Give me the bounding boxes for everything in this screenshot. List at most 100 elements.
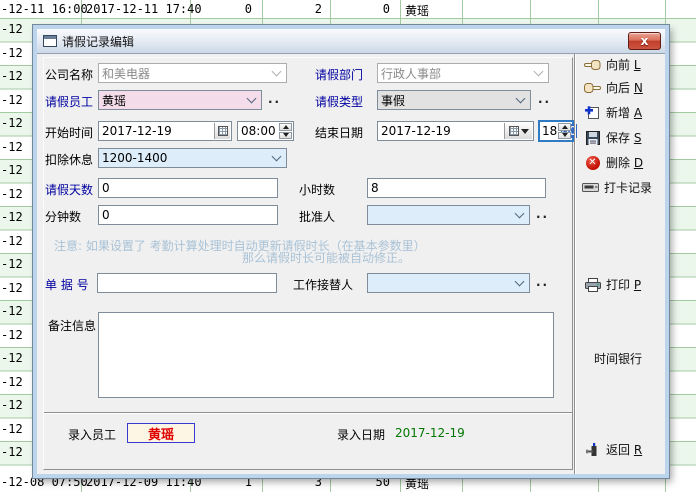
entry-date-label: 录入日期: [337, 426, 385, 443]
deduct-rest-value: 1200-1400: [102, 151, 167, 165]
leave-days-label: 请假天数: [45, 181, 93, 198]
employee-value: 黄瑶: [102, 92, 126, 109]
bg-clipped-cell-text: -12: [1, 22, 23, 37]
return-exit-icon: [584, 442, 601, 457]
spin-up-icon[interactable]: [279, 123, 292, 131]
bg-clipped-cell-text: -12: [1, 257, 23, 272]
dialog-titlebar[interactable]: 请假记录编辑 x: [37, 29, 665, 54]
bg-cell-number: 0: [192, 2, 252, 17]
chevron-down-icon: [516, 93, 526, 103]
end-date-field[interactable]: 2017-12-19: [377, 121, 534, 141]
entry-employee-label: 录入员工: [68, 426, 116, 443]
bg-clipped-cell-text: -12: [1, 375, 23, 390]
end-time-hh: 18: [542, 124, 557, 138]
remarks-label: 备注信息: [48, 317, 96, 334]
bg-clipped-cell-text: -12: [1, 422, 23, 437]
dropdown-arrow-icon: [521, 129, 529, 138]
start-time-spinner[interactable]: [279, 123, 292, 139]
minutes-input[interactable]: 0: [98, 205, 278, 225]
bg-clipped-cell-text: -12: [1, 187, 23, 202]
bg-clipped-cell-text: -12: [1, 69, 23, 84]
calendar-icon: [218, 126, 228, 136]
bg-cell-number: 0: [334, 2, 390, 17]
remarks-textarea[interactable]: [98, 312, 554, 398]
chevron-down-icon: [515, 276, 525, 286]
substitute-browse-button[interactable]: ..: [536, 275, 549, 289]
company-value: 和美电器: [102, 65, 150, 82]
delete-button[interactable]: ✕ 删除 D: [584, 154, 643, 171]
end-date-label: 结束日期: [315, 124, 363, 141]
spin-down-icon[interactable]: [558, 132, 571, 140]
hand-left-icon: [584, 57, 601, 72]
entry-employee-name: 黄瑶: [148, 424, 174, 443]
footer-divider: [44, 412, 572, 414]
entry-employee-value: 黄瑶: [127, 423, 195, 443]
bg-clipped-cell-text: -12: [1, 116, 23, 131]
leave-record-edit-dialog: 请假记录编辑 x 公司名称 和美电器 请假部门 行政人事部 请假员工 黄瑶 ..…: [33, 25, 669, 478]
start-time-field[interactable]: 08:00: [237, 121, 294, 141]
employee-combobox[interactable]: 黄瑶: [98, 90, 262, 110]
hand-right-icon: [584, 80, 601, 95]
department-value: 行政人事部: [381, 65, 441, 82]
substitute-combobox[interactable]: [367, 273, 530, 293]
bg-cell-number: 2: [266, 2, 322, 17]
close-button[interactable]: x: [628, 32, 661, 50]
approver-browse-button[interactable]: ..: [536, 207, 549, 221]
leave-type-browse-button[interactable]: ..: [538, 92, 551, 106]
substitute-label: 工作接替人: [293, 276, 353, 293]
end-time-spinner[interactable]: [558, 123, 571, 139]
employee-label: 请假员工: [45, 93, 93, 110]
save-button[interactable]: 保存 S: [584, 129, 641, 146]
punch-records-button[interactable]: 打卡记录: [582, 179, 652, 196]
entry-date-value: 2017-12-19: [395, 426, 465, 440]
spin-up-icon[interactable]: [558, 123, 571, 131]
bg-clipped-cell-text: -12: [1, 46, 23, 61]
bg-clipped-cell-text: -12: [1, 234, 23, 249]
bg-cell-datetime: -12-11 16:00: [1, 2, 88, 17]
end-date-value: 2017-12-19: [381, 124, 451, 138]
bg-clipped-cell-text: -12: [1, 304, 23, 319]
end-date-calendar-button[interactable]: [504, 123, 532, 139]
leave-days-value: 0: [102, 181, 110, 195]
spin-down-icon[interactable]: [279, 132, 292, 140]
print-button[interactable]: 打印 P: [584, 276, 641, 293]
doc-no-input[interactable]: [97, 273, 277, 293]
chevron-down-icon: [272, 66, 282, 76]
calendar-icon: [509, 126, 519, 136]
deduct-rest-label: 扣除休息: [45, 151, 93, 168]
dialog-icon: [43, 35, 57, 47]
approver-combobox[interactable]: [367, 205, 530, 225]
department-combobox: 行政人事部: [377, 63, 549, 83]
hours-input[interactable]: 8: [367, 178, 546, 198]
time-bank-button[interactable]: 时间银行: [594, 350, 642, 367]
company-combobox: 和美电器: [98, 63, 287, 83]
bg-clipped-cell-text: -12: [1, 351, 23, 366]
return-button[interactable]: 返回 R: [584, 441, 642, 458]
company-label: 公司名称: [45, 66, 93, 83]
chevron-down-icon: [534, 66, 544, 76]
start-time-mm: 00: [260, 124, 275, 138]
chevron-down-icon: [247, 93, 257, 103]
bg-clipped-cell-text: -12: [1, 281, 23, 296]
approver-label: 批准人: [299, 208, 335, 225]
forward-button[interactable]: 向前 L: [584, 56, 641, 73]
add-button[interactable]: 新增 A: [584, 104, 642, 121]
chevron-down-icon: [272, 151, 282, 161]
start-date-field[interactable]: 2017-12-19: [98, 121, 232, 141]
bg-clipped-cell-text: -12: [1, 140, 23, 155]
end-time-field[interactable]: 18:00: [538, 120, 574, 142]
close-icon: x: [641, 35, 649, 47]
bg-clipped-cell-text: -12: [1, 445, 23, 460]
deduct-rest-combobox[interactable]: 1200-1400: [98, 148, 287, 168]
start-date-value: 2017-12-19: [102, 124, 172, 138]
leave-days-input[interactable]: 0: [98, 178, 278, 198]
delete-icon: ✕: [584, 155, 601, 170]
backward-button[interactable]: 向后 N: [584, 79, 643, 96]
employee-browse-button[interactable]: ..: [268, 92, 281, 106]
command-panel: 向前 L 向后 N 新增 A 保存 S ✕: [574, 54, 665, 474]
start-time-label: 开始时间: [45, 124, 93, 141]
chevron-down-icon: [515, 208, 525, 218]
start-time-hh: 08: [241, 124, 256, 138]
leave-type-combobox[interactable]: 事假: [377, 90, 531, 110]
start-date-calendar-button[interactable]: [214, 123, 230, 139]
